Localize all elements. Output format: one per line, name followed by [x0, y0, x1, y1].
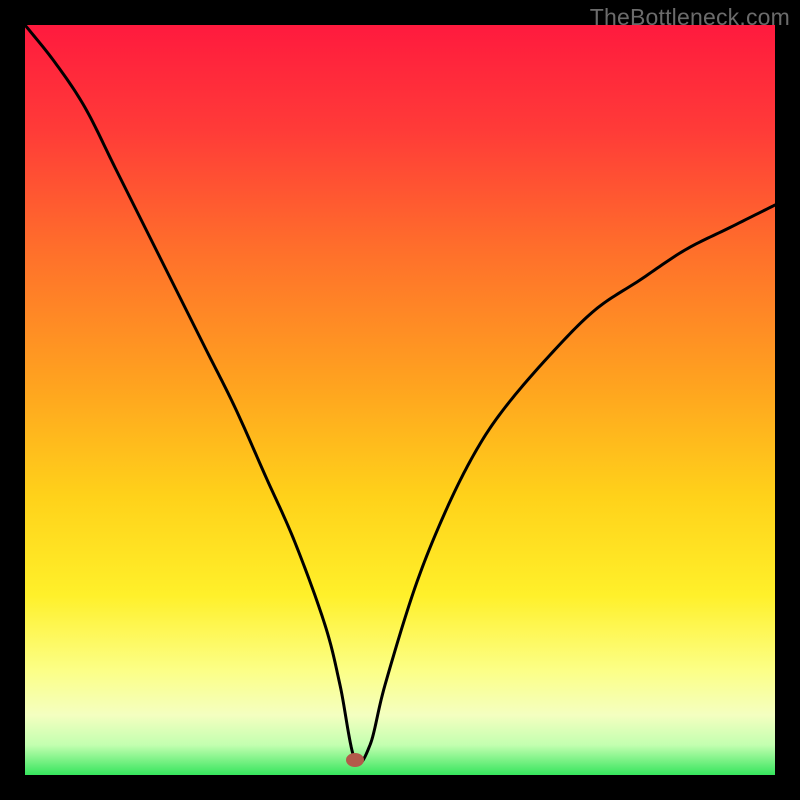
plot-background [25, 25, 775, 775]
optimal-point-marker [346, 753, 364, 767]
bottleneck-curve-chart [25, 25, 775, 775]
watermark-text: TheBottleneck.com [590, 4, 790, 31]
chart-container: TheBottleneck.com [0, 0, 800, 800]
